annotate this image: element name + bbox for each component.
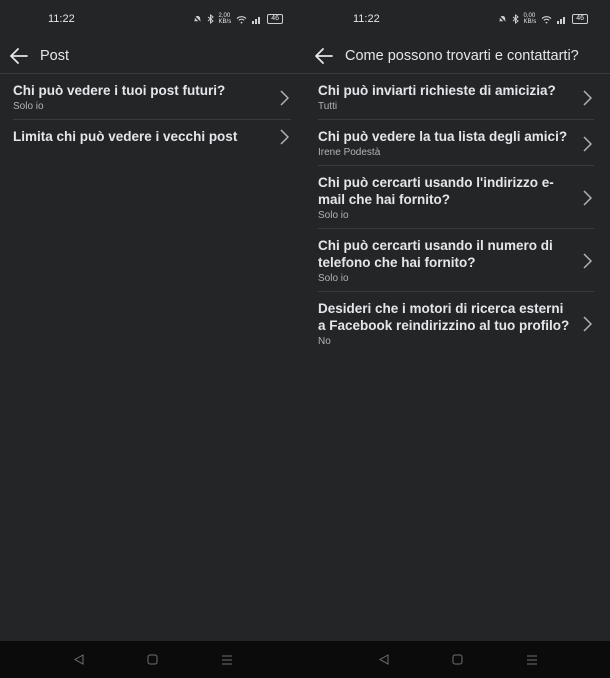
wifi-icon <box>236 15 247 24</box>
item-subtitle: Solo io <box>318 273 349 284</box>
item-text: Chi può vedere la tua lista degli amici?… <box>318 128 582 159</box>
settings-item-future-posts[interactable]: Chi può vedere i tuoi post futuri? Solo … <box>13 74 291 120</box>
post-settings-screen: 11:22 2,00 KB/s 46 Post Chi può vedere i… <box>0 0 305 678</box>
nav-home-icon[interactable] <box>451 653 465 667</box>
item-text: Chi può cercarti usando l'indirizzo e-ma… <box>318 174 582 222</box>
bluetooth-icon <box>512 14 519 24</box>
wifi-icon <box>541 15 552 24</box>
chevron-right-icon <box>583 253 592 269</box>
mute-bell-icon <box>192 14 202 24</box>
nav-home-icon[interactable] <box>146 653 160 667</box>
item-title: Chi può vedere i tuoi post futuri? <box>13 83 226 98</box>
status-bar: 11:22 2,00 KB/s 46 <box>0 0 305 38</box>
chevron-right-icon <box>583 135 592 152</box>
app-bar: Come possono trovarti e contattarti? <box>305 38 610 74</box>
chevron-right-icon <box>583 89 592 106</box>
page-title: Come possono trovarti e contattarti? <box>345 47 579 64</box>
signal-icon <box>252 16 261 24</box>
bluetooth-icon <box>207 14 214 24</box>
settings-list: Chi può vedere i tuoi post futuri? Solo … <box>0 74 305 151</box>
system-nav-bar <box>0 641 305 678</box>
chevron-right-icon <box>583 316 592 332</box>
nav-menu-icon[interactable] <box>525 653 539 667</box>
settings-item-search-engines[interactable]: Desideri che i motori di ricerca esterni… <box>318 292 594 354</box>
settings-item-friends-list[interactable]: Chi può vedere la tua lista degli amici?… <box>318 120 594 166</box>
item-text: Chi può cercarti usando il numero di tel… <box>318 237 582 285</box>
system-nav-bar <box>305 641 610 678</box>
nav-back-icon[interactable] <box>377 653 391 667</box>
signal-icon <box>557 16 566 24</box>
app-bar: Post <box>0 38 305 74</box>
status-icons: 2,00 KB/s 46 <box>192 13 283 25</box>
item-title: Chi può vedere la tua lista degli amici? <box>318 129 568 144</box>
settings-item-friend-requests[interactable]: Chi può inviarti richieste di amicizia? … <box>318 74 594 120</box>
item-subtitle: No <box>318 336 331 347</box>
screens: 11:22 2,00 KB/s 46 Post Chi può vedere i… <box>0 0 610 678</box>
item-subtitle: Solo io <box>318 210 349 221</box>
item-text: Limita chi può vedere i vecchi post <box>13 128 279 145</box>
settings-item-search-by-phone[interactable]: Chi può cercarti usando il numero di tel… <box>318 229 594 292</box>
item-title: Chi può inviarti richieste di amicizia? <box>318 83 556 98</box>
settings-item-search-by-email[interactable]: Chi può cercarti usando l'indirizzo e-ma… <box>318 166 594 229</box>
item-text: Chi può inviarti richieste di amicizia? … <box>318 82 582 113</box>
mute-bell-icon <box>497 14 507 24</box>
network-speed: 2,00 KB/s <box>218 13 232 25</box>
nav-menu-icon[interactable] <box>220 653 234 667</box>
battery-icon: 46 <box>267 14 283 24</box>
item-title: Chi può cercarti usando il numero di tel… <box>318 238 553 270</box>
find-contact-settings-screen: 11:22 0,00 KB/s 46 Come possono trovarti… <box>305 0 610 678</box>
back-arrow-icon[interactable] <box>315 45 337 67</box>
item-title: Desideri che i motori di ricerca esterni… <box>318 301 570 333</box>
item-text: Desideri che i motori di ricerca esterni… <box>318 300 582 348</box>
item-subtitle: Irene Podestà <box>318 147 381 158</box>
status-icons: 0,00 KB/s 46 <box>497 13 588 25</box>
item-text: Chi può vedere i tuoi post futuri? Solo … <box>13 82 279 113</box>
status-time: 11:22 <box>353 13 380 25</box>
status-time: 11:22 <box>48 13 75 25</box>
item-subtitle: Solo io <box>13 101 44 112</box>
back-arrow-icon[interactable] <box>10 45 32 67</box>
chevron-right-icon <box>280 128 289 145</box>
chevron-right-icon <box>280 89 289 106</box>
item-title: Chi può cercarti usando l'indirizzo e-ma… <box>318 175 554 207</box>
settings-list: Chi può inviarti richieste di amicizia? … <box>305 74 610 354</box>
settings-item-limit-old-posts[interactable]: Limita chi può vedere i vecchi post <box>13 120 291 151</box>
chevron-right-icon <box>583 190 592 206</box>
battery-icon: 46 <box>572 14 588 24</box>
network-speed: 0,00 KB/s <box>523 13 537 25</box>
nav-back-icon[interactable] <box>72 653 86 667</box>
status-bar: 11:22 0,00 KB/s 46 <box>305 0 610 38</box>
item-title: Limita chi può vedere i vecchi post <box>13 129 238 144</box>
page-title: Post <box>40 47 70 64</box>
item-subtitle: Tutti <box>318 101 338 112</box>
